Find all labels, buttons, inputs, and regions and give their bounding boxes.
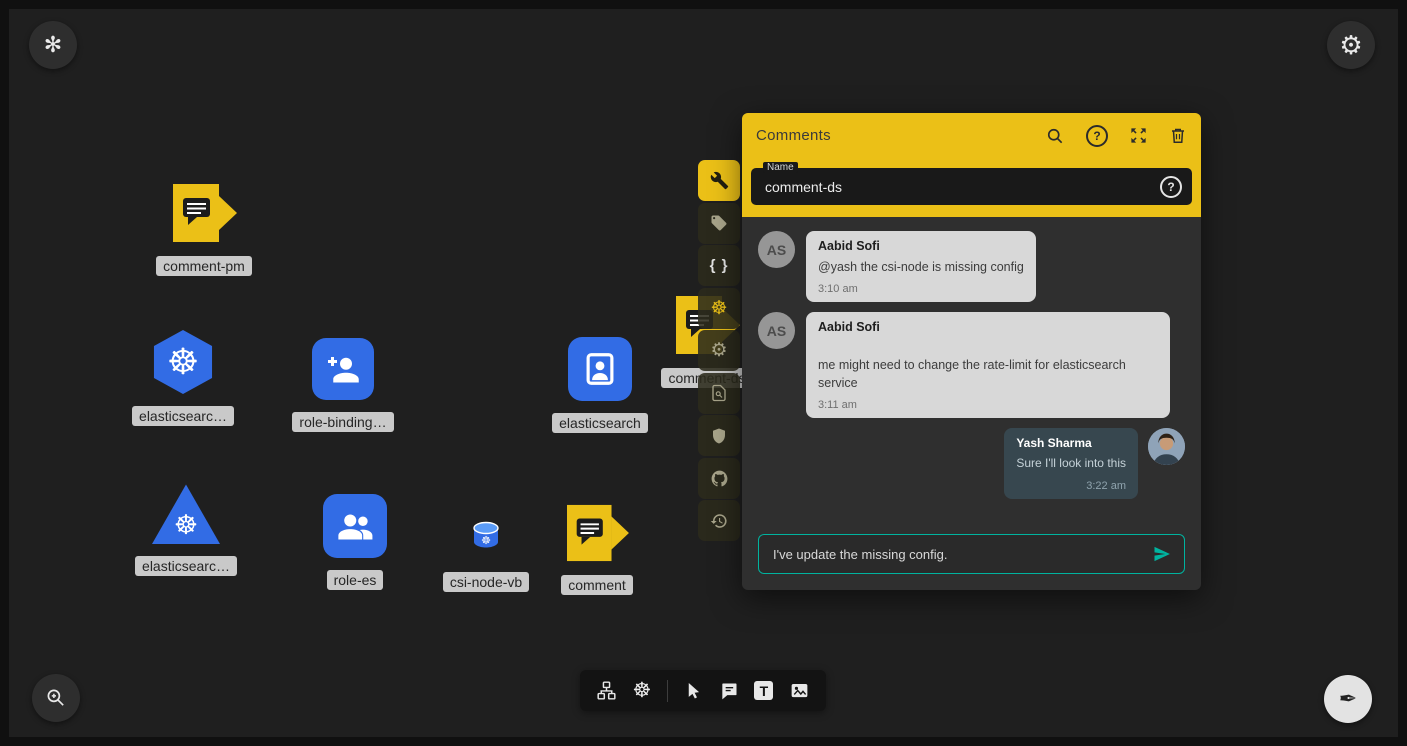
shield-tool-button[interactable] [698,415,740,456]
comment-message: Yash Sharma Sure I'll look into this 3:2… [758,428,1185,498]
search-icon[interactable] [1045,126,1065,146]
comments-panel-header: Comments ? [742,113,1201,158]
node-label: role-binding… [292,412,393,432]
tag-icon [710,214,728,232]
name-help-icon[interactable]: ? [1160,176,1182,198]
gear-tool-button[interactable]: ⚙ [698,330,740,371]
message-text: Sure I'll look into this [1016,455,1126,472]
avatar: AS [758,231,795,268]
name-input[interactable] [751,179,1160,195]
wrench-tool-button[interactable] [698,160,740,201]
tag-tool-button[interactable] [698,203,740,244]
message-author: Aabid Sofi [818,320,1158,334]
name-field[interactable]: Name ? [751,168,1192,205]
message-time: 3:11 am [818,399,1158,411]
message-text: @yash the csi-node is missing config [818,258,1024,276]
braces-icon: { } [710,258,729,273]
settings-button[interactable]: ⚙ [1327,21,1375,69]
zoom-in-icon [45,687,67,709]
node-label: csi-node-vb [443,572,529,592]
panel-title: Comments [756,127,831,144]
media-icon[interactable] [789,680,810,701]
message-author: Aabid Sofi [818,239,1024,253]
doc-search-tool-button[interactable] [698,373,740,414]
canvas-node-role-binding[interactable]: role-binding… [278,338,408,432]
canvas-node-comment[interactable]: comment [532,503,662,595]
app-logo-button[interactable]: ✻ [29,21,77,69]
comment-message: AS Aabid Sofi me might need to change th… [758,312,1185,418]
kubernetes-icon[interactable]: ☸ [633,680,652,701]
node-label: role-es [327,570,384,590]
node-label: elasticsearc… [132,406,234,426]
flow-icon[interactable] [596,680,617,701]
message-bubble: Aabid Sofi @yash the csi-node is missing… [806,231,1036,302]
name-field-label: Name [763,162,798,173]
node-label: elasticsearc… [135,556,237,576]
shapes-cursor-icon[interactable] [684,681,703,700]
avatar: AS [758,312,795,349]
comment-message: AS Aabid Sofi @yash the csi-node is miss… [758,231,1185,302]
comments-panel: Comments ? Name ? [742,113,1201,590]
node-label: comment [561,575,633,595]
message-time: 3:22 am [1016,480,1126,492]
expand-icon[interactable] [1129,126,1148,145]
github-tool-button[interactable] [698,458,740,499]
comment-icon[interactable] [719,681,739,701]
id-badge-icon [568,337,632,401]
history-tool-button[interactable] [698,500,740,541]
design-mode-button[interactable]: ✒ [1324,675,1372,723]
doc-search-icon [710,384,728,402]
help-icon[interactable]: ? [1086,125,1108,147]
trash-icon[interactable] [1169,126,1187,145]
kubernetes-hexagon-icon: ☸ [150,330,216,394]
message-text: me might need to change the rate-limit f… [818,356,1158,392]
message-time: 3:10 am [818,283,1024,295]
comment-node-icon [565,503,629,563]
pen-nib-icon: ✒ [1339,688,1357,710]
braces-tool-button[interactable]: { } [698,245,740,286]
kubernetes-tool-button[interactable]: ☸ [698,288,740,329]
zoom-button[interactable] [32,674,80,722]
toolbar-divider [667,680,668,702]
canvas-node-elasticsearch-hex[interactable]: ☸ elasticsearc… [118,330,248,426]
cylinder-icon: ☸ [470,520,502,552]
node-label: comment-pm [156,256,252,276]
comment-input-row [742,524,1201,590]
send-icon[interactable] [1152,544,1172,564]
comments-thread: AS Aabid Sofi @yash the csi-node is miss… [742,217,1201,524]
message-author: Yash Sharma [1016,436,1126,450]
person-add-icon [312,338,374,400]
node-context-toolbar: { } ☸ ⚙ [698,160,740,543]
text-icon[interactable]: T [754,681,773,700]
gear-icon: ⚙ [1339,32,1362,58]
comment-input[interactable] [771,546,1152,563]
kubernetes-triangle-icon: ☸ [152,482,220,544]
node-label: elasticsearch [552,413,648,433]
wrench-icon [710,171,729,190]
name-field-section: Name ? [742,158,1201,217]
canvas-node-elasticsearch-tri[interactable]: ☸ elasticsearc… [121,482,251,576]
message-bubble: Yash Sharma Sure I'll look into this 3:2… [1004,428,1138,498]
canvas-toolbar: ☸ T [580,670,826,711]
github-icon [710,469,729,488]
comment-input-box[interactable] [758,534,1185,574]
history-icon [710,512,728,530]
gear-icon: ⚙ [710,341,727,360]
kanvas-app: ✻ ⚙ ✒ comment-pm ☸ elasticsearc… [0,0,1407,746]
svg-text:☸: ☸ [481,535,491,547]
shield-icon [710,427,728,445]
logo-icon: ✻ [44,34,62,56]
people-icon [323,494,387,558]
message-bubble: Aabid Sofi me might need to change the r… [806,312,1170,418]
canvas-node-role-es[interactable]: role-es [290,494,420,590]
comment-node-icon [171,182,237,244]
kubernetes-icon: ☸ [710,299,727,318]
canvas-node-comment-pm[interactable]: comment-pm [139,182,269,276]
avatar-photo [1148,428,1185,465]
